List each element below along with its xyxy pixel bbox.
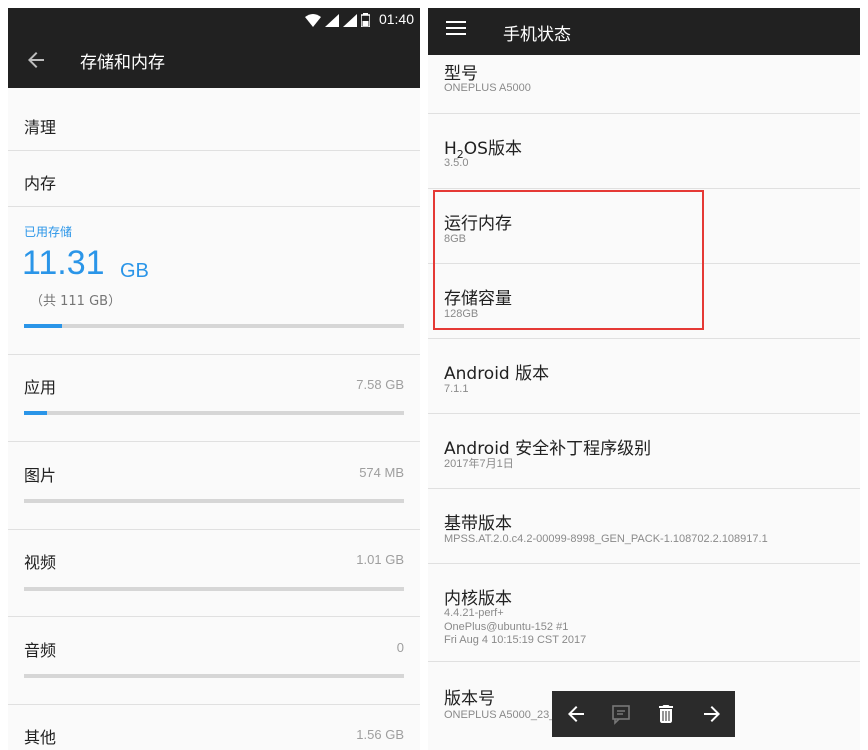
kernel-version-item[interactable]: 内核版本 4.4.21-perf+ OnePlus@ubuntu-152 #1 … [428,564,860,662]
category-bar [24,674,404,678]
back-arrow-icon[interactable] [24,48,48,72]
category-value: 1.01 GB [356,552,404,567]
back-arrow-icon[interactable] [564,702,588,726]
clean-label: 清理 [24,118,57,137]
used-storage-unit: GB [120,260,149,282]
signal-icon [325,13,339,27]
item-value-line: OnePlus@ubuntu-152 #1 [444,621,569,633]
category-bar [24,411,404,415]
page-title: 手机状态 [503,25,571,45]
category-value: 0 [396,640,404,655]
category-bar [24,587,404,591]
category-label: 其他 [24,728,57,747]
category-label: 图片 [24,466,57,485]
item-value: ONEPLUS A5000_23_ [444,709,556,721]
category-bar-fill [24,411,47,415]
item-value: ONEPLUS A5000 [444,82,531,94]
battery-icon [361,13,370,27]
used-storage-bar [24,324,404,328]
item-value-line: 4.4.21-perf+ [444,607,504,619]
wifi-icon [305,13,321,27]
menu-icon[interactable] [446,21,466,41]
trash-icon[interactable] [654,702,678,726]
category-value: 574 MB [359,465,404,480]
item-title: 内核版本 [444,589,512,609]
memory-row[interactable]: 内存 [8,151,420,207]
status-bar: 01:40 [8,8,420,32]
clean-row[interactable]: 清理 [8,88,420,151]
storage-memory-screen: 01:40 存储和内存 清理 内存 已用存储 11.31 GB （共 111 G… [8,8,420,750]
category-label: 音频 [24,641,57,660]
category-value: 7.58 GB [356,377,404,392]
used-storage-value: 11.31 [22,244,105,282]
page-title: 存储和内存 [80,53,165,73]
top-app-bar: 手机状态 [428,8,860,55]
category-row-images[interactable]: 图片 574 MB [8,442,420,530]
used-storage-bar-fill [24,324,62,328]
viewer-action-bar [552,691,735,737]
item-title: 基带版本 [444,514,512,534]
memory-label: 内存 [24,174,57,193]
item-value-line: Fri Aug 4 10:15:19 CST 2017 [444,634,587,646]
android-version-item[interactable]: Android 版本 7.1.1 [428,339,860,414]
model-item[interactable]: 型号 ONEPLUS A5000 [428,55,860,114]
item-value: 7.1.1 [444,383,469,395]
item-title: Android 安全补丁程序级别 [444,439,652,459]
signal-icon [343,13,357,27]
top-app-bar: 存储和内存 [8,32,420,88]
category-label: 应用 [24,378,57,397]
baseband-version-item[interactable]: 基带版本 MPSS.AT.2.0.c4.2-00099-8998_GEN_PAC… [428,489,860,564]
item-title: H2OS版本 [444,139,522,161]
item-value: 2017年7月1日 [444,458,514,470]
item-title: Android 版本 [444,364,550,384]
total-storage: （共 111 GB） [30,294,122,309]
category-row-other[interactable]: 其他 1.56 GB [8,705,420,750]
status-time: 01:40 [378,11,414,27]
security-patch-item[interactable]: Android 安全补丁程序级别 2017年7月1日 [428,414,860,489]
item-title: 版本号 [444,689,495,709]
item-value: MPSS.AT.2.0.c4.2-00099-8998_GEN_PACK-1.1… [444,533,768,545]
category-row-audio[interactable]: 音频 0 [8,617,420,705]
category-row-apps[interactable]: 应用 7.58 GB [8,355,420,442]
used-storage-label: 已用存储 [24,225,73,239]
category-bar [24,499,404,503]
category-value: 1.56 GB [356,727,404,742]
category-label: 视频 [24,553,57,572]
phone-status-screen: 手机状态 型号 ONEPLUS A5000 H2OS版本 3.5.0 运行内存 … [428,8,860,750]
item-title: 型号 [444,64,478,84]
h2os-version-item[interactable]: H2OS版本 3.5.0 [428,114,860,189]
item-value: 3.5.0 [444,157,469,169]
comment-icon[interactable] [609,702,633,726]
highlight-box [433,190,704,330]
category-row-video[interactable]: 视频 1.01 GB [8,530,420,617]
forward-arrow-icon[interactable] [700,702,724,726]
